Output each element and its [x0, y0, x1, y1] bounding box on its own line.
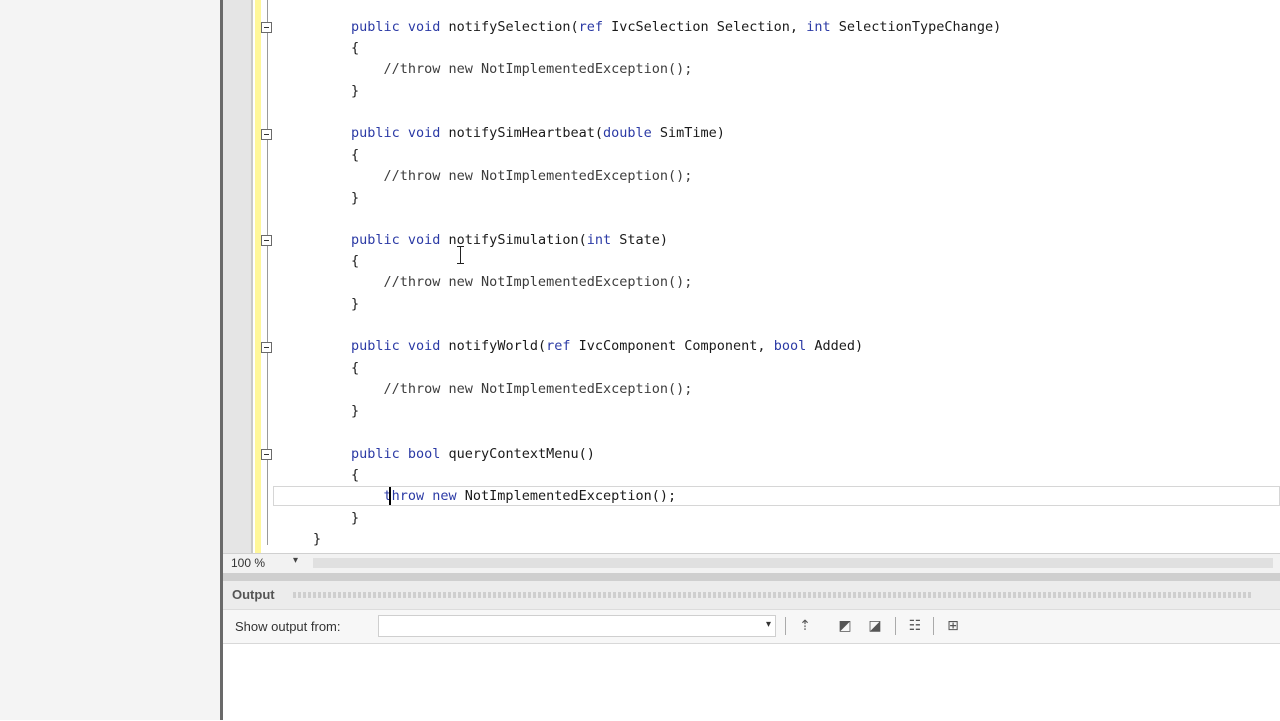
code-token: } [351, 296, 360, 312]
code-line[interactable]: public void notifyWorld(ref IvcComponent… [351, 336, 863, 356]
toolbar-separator [785, 617, 786, 635]
code-line[interactable]: } [351, 508, 359, 528]
code-line[interactable]: { [351, 465, 359, 485]
code-token: queryContextMenu() [448, 446, 595, 462]
code-token: notifySelection( [448, 19, 579, 35]
code-token: { [351, 467, 360, 483]
editor-status-bar: 100 % ▾ [223, 553, 1280, 574]
left-blank-area [0, 0, 222, 720]
zoom-level[interactable]: 100 % [231, 556, 265, 570]
code-token: { [351, 147, 360, 163]
code-token: { [351, 253, 360, 269]
code-token: ref [546, 338, 579, 354]
code-token: } [351, 403, 360, 419]
code-token: State) [619, 232, 669, 248]
collapse-icon[interactable] [261, 129, 272, 140]
code-line[interactable]: } [351, 401, 359, 421]
code-line[interactable]: public bool queryContextMenu() [351, 444, 595, 464]
output-panel: Output Show output from: ▾ ⇡ ◩ ◪ ☷ ⊞ [223, 581, 1280, 721]
outline-guide-line [267, 0, 268, 545]
code-token: notifyWorld( [448, 338, 547, 354]
code-line[interactable]: public void notifySimulation(int State) [351, 230, 668, 250]
code-token: } [313, 531, 322, 547]
code-line[interactable]: public void notifySelection(ref IvcSelec… [351, 17, 1001, 37]
code-token: SimTime) [659, 125, 725, 141]
code-line[interactable]: } [351, 81, 359, 101]
code-line[interactable]: } [351, 188, 359, 208]
editor-gutter-edge [251, 0, 253, 553]
code-token: SelectionTypeChange) [838, 19, 1002, 35]
code-line[interactable]: { [351, 38, 359, 58]
ibeam-cursor-icon [457, 246, 464, 264]
toolbar-separator [933, 617, 934, 635]
code-token: notifySimulation( [448, 232, 587, 248]
code-token: ref [578, 19, 612, 35]
code-line[interactable]: //throw new NotImplementedException(); [351, 166, 693, 186]
code-token: NotImplementedException(); [464, 488, 677, 504]
code-token: { [351, 360, 360, 376]
show-output-select[interactable]: ▾ [378, 615, 776, 637]
code-token: double [602, 125, 660, 141]
toolbar-separator [895, 617, 896, 635]
code-token: bool [773, 338, 815, 354]
code-line[interactable]: throw new NotImplementedException(); [351, 486, 677, 506]
collapse-icon[interactable] [261, 235, 272, 246]
code-line[interactable]: } [313, 529, 321, 549]
collapse-icon[interactable] [261, 342, 272, 353]
collapse-icon[interactable] [261, 449, 272, 460]
output-title-bar[interactable]: Output [223, 581, 1280, 610]
code-line[interactable]: { [351, 145, 359, 165]
clear-all-icon[interactable]: ☷ [905, 616, 925, 636]
collapse-icon[interactable] [261, 22, 272, 33]
panel-splitter[interactable] [223, 573, 1280, 581]
go-to-next-message-icon[interactable]: ◪ [865, 616, 885, 636]
code-token: { [351, 40, 360, 56]
code-token: //throw new NotImplementedException(); [351, 274, 693, 290]
chevron-down-icon: ▾ [765, 619, 771, 630]
code-token: IvcComponent Component, [578, 338, 774, 354]
code-token: int [806, 19, 839, 35]
editor-gutter [223, 0, 251, 553]
code-token: } [351, 83, 360, 99]
code-token: //throw new NotImplementedException(); [351, 381, 693, 397]
output-content[interactable] [223, 643, 1280, 721]
code-token: } [351, 190, 360, 206]
horizontal-scrollbar[interactable] [313, 558, 1273, 568]
code-token: public bool [351, 446, 449, 462]
code-token: public void [351, 125, 449, 141]
code-token: public void [351, 19, 449, 35]
code-line[interactable]: //throw new NotImplementedException(); [351, 379, 693, 399]
code-token: } [351, 510, 360, 526]
code-token: Added) [814, 338, 864, 354]
output-toolbar: Show output from: ▾ ⇡ ◩ ◪ ☷ ⊞ [223, 611, 1280, 641]
code-token: public void [351, 232, 449, 248]
code-token: //throw new NotImplementedException(); [351, 168, 693, 184]
change-tracking-bar [255, 0, 261, 553]
find-message-icon[interactable]: ⇡ [795, 616, 815, 636]
go-to-previous-message-icon[interactable]: ◩ [835, 616, 855, 636]
code-line[interactable]: //throw new NotImplementedException(); [351, 272, 693, 292]
code-token: //throw new NotImplementedException(); [351, 61, 693, 77]
output-title: Output [232, 587, 275, 602]
code-token: public void [351, 338, 449, 354]
zoom-dropdown-arrow-icon[interactable]: ▾ [293, 555, 298, 566]
toggle-word-wrap-icon[interactable]: ⊞ [943, 616, 963, 636]
code-token: throw new [383, 488, 465, 504]
code-line[interactable]: //throw new NotImplementedException(); [351, 59, 693, 79]
title-bar-grip [293, 592, 1253, 598]
code-line[interactable]: public void notifySimHeartbeat(double Si… [351, 123, 725, 143]
code-token: notifySimHeartbeat( [448, 125, 603, 141]
text-caret [389, 487, 391, 505]
code-token: int [586, 232, 620, 248]
show-output-label: Show output from: [235, 619, 341, 634]
code-editor[interactable]: public void notifySelection(ref IvcSelec… [223, 0, 1280, 553]
code-line[interactable]: { [351, 251, 359, 271]
code-line[interactable]: } [351, 294, 359, 314]
code-token: IvcSelection Selection, [611, 19, 807, 35]
code-line[interactable]: { [351, 358, 359, 378]
